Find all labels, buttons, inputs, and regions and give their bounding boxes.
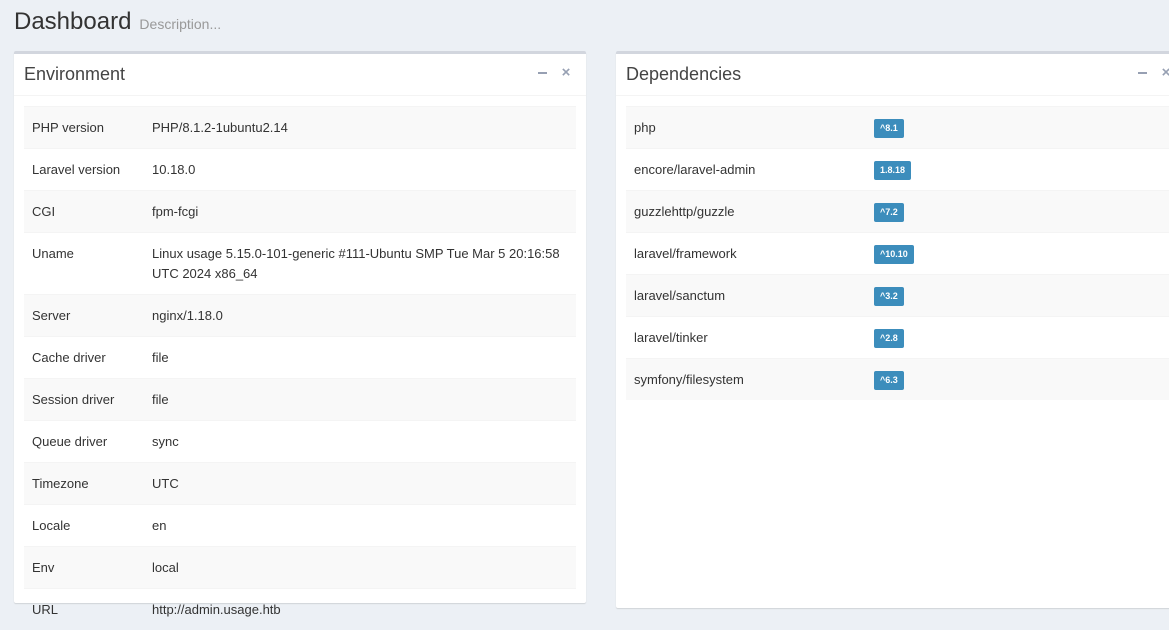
env-key: Queue driver [24,421,144,463]
env-key: Timezone [24,463,144,505]
env-key: Uname [24,233,144,295]
env-key: URL [24,589,144,630]
table-row: Queue driversync [24,421,576,463]
env-key: Env [24,547,144,589]
dependencies-box-header: Dependencies × [616,54,1169,96]
env-key: Server [24,295,144,337]
dependency-name: guzzlehttp/guzzle [626,191,866,233]
table-row: TimezoneUTC [24,463,576,505]
table-row: URLhttp://admin.usage.htb [24,589,576,630]
table-row: laravel/framework ^10.10 [626,233,1169,275]
dependencies-box-tools: × [1136,66,1169,80]
dependency-version-cell: ^3.2 [866,275,1169,317]
version-badge: ^3.2 [874,287,904,306]
minus-icon[interactable] [536,66,548,80]
environment-title: Environment [24,64,125,85]
env-value: fpm-fcgi [144,191,576,233]
version-badge: ^7.2 [874,203,904,222]
dependencies-table: php ^8.1 encore/laravel-admin 1.8.18 guzzleh… [626,106,1169,400]
table-row: CGIfpm-fcgi [24,191,576,233]
env-value: en [144,505,576,547]
dependencies-title: Dependencies [626,64,741,85]
env-value: sync [144,421,576,463]
env-key: PHP version [24,107,144,149]
table-row: laravel/tinker ^2.8 [626,317,1169,359]
version-badge: 1.8.18 [874,161,911,180]
page-title: Dashboard [14,8,131,36]
dependency-name: symfony/filesystem [626,359,866,401]
version-badge: ^10.10 [874,245,914,264]
page-description: Description... [139,16,221,32]
env-value: PHP/8.1.2-1ubuntu2.14 [144,107,576,149]
dependencies-box: Dependencies × php ^8.1 encore/laravel-adm… [616,51,1169,608]
dependency-version-cell: ^8.1 [866,107,1169,149]
environment-table: PHP versionPHP/8.1.2-1ubuntu2.14Laravel … [24,106,576,630]
table-row: Session driverfile [24,379,576,421]
env-key: Laravel version [24,149,144,191]
environment-box-header: Environment × [14,54,586,96]
env-key: Cache driver [24,337,144,379]
dependency-version-cell: ^7.2 [866,191,1169,233]
table-row: Localeen [24,505,576,547]
dependency-name: laravel/sanctum [626,275,866,317]
table-row: symfony/filesystem ^6.3 [626,359,1169,401]
table-row: Laravel version10.18.0 [24,149,576,191]
dependency-version-cell: ^6.3 [866,359,1169,401]
table-row: guzzlehttp/guzzle ^7.2 [626,191,1169,233]
dependency-version-cell: ^10.10 [866,233,1169,275]
env-key: Locale [24,505,144,547]
env-value: nginx/1.18.0 [144,295,576,337]
table-row: Servernginx/1.18.0 [24,295,576,337]
version-badge: ^2.8 [874,329,904,348]
close-icon[interactable]: × [560,66,572,80]
env-value: Linux usage 5.15.0-101-generic #111-Ubun… [144,233,576,295]
dependency-name: php [626,107,866,149]
dependency-name: laravel/tinker [626,317,866,359]
version-badge: ^8.1 [874,119,904,138]
env-key: CGI [24,191,144,233]
dependency-name: encore/laravel-admin [626,149,866,191]
dependency-version-cell: ^2.8 [866,317,1169,359]
environment-box: Environment × PHP versionPHP/8.1.2-1ubun… [14,51,586,603]
table-row: Cache driverfile [24,337,576,379]
table-row: encore/laravel-admin 1.8.18 [626,149,1169,191]
table-row: php ^8.1 [626,107,1169,149]
minus-icon[interactable] [1136,66,1148,80]
env-key: Session driver [24,379,144,421]
env-value: file [144,379,576,421]
close-icon[interactable]: × [1160,66,1169,80]
env-value: local [144,547,576,589]
table-row: PHP versionPHP/8.1.2-1ubuntu2.14 [24,107,576,149]
version-badge: ^6.3 [874,371,904,390]
table-row: UnameLinux usage 5.15.0-101-generic #111… [24,233,576,295]
table-row: Envlocal [24,547,576,589]
dependency-name: laravel/framework [626,233,866,275]
environment-box-tools: × [536,66,572,80]
env-value: http://admin.usage.htb [144,589,576,630]
dependency-version-cell: 1.8.18 [866,149,1169,191]
env-value: 10.18.0 [144,149,576,191]
table-row: laravel/sanctum ^3.2 [626,275,1169,317]
env-value: UTC [144,463,576,505]
env-value: file [144,337,576,379]
page-header: Dashboard Description... [14,8,221,36]
